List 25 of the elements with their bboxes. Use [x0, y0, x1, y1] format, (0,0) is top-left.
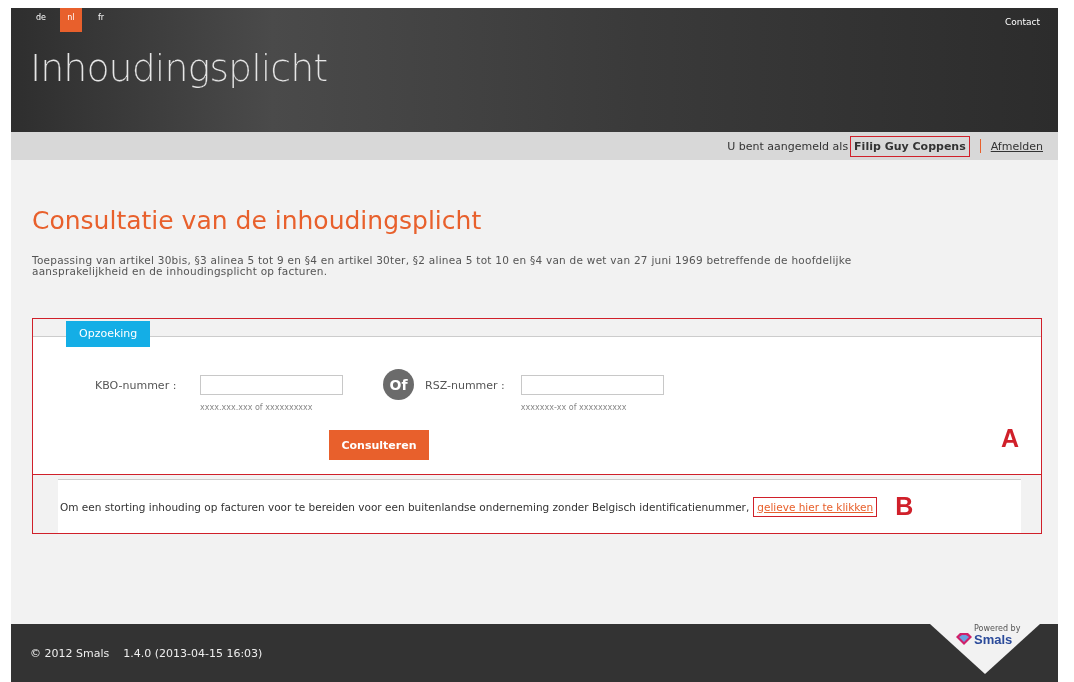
input-field[interactable]: [520, 375, 664, 395]
version-text: 1.4.0 (2013-04-15 16:03): [123, 646, 263, 660]
powered-by-text: Powered by: [974, 624, 1021, 633]
contact-link[interactable]: Contact: [1005, 17, 1040, 27]
user-name: Filip Guy Coppens: [850, 135, 970, 157]
format-hint: xxxxxxx-xx of xxxxxxxxxx: [520, 403, 628, 412]
page-heading: Consultatie van de inhoudingsplicht: [32, 206, 483, 235]
click-here-link[interactable]: gelieve hier te klikken: [753, 496, 878, 517]
format-hint: xxxx.xxx.xxx of xxxxxxxxxx: [200, 403, 314, 412]
login-status-text: U bent aangemeld als: [727, 139, 849, 153]
gem-icon: [956, 633, 972, 645]
copyright-text: © 2012 Smals: [30, 646, 110, 660]
or-badge: Of: [383, 369, 414, 400]
field-label: RSZ-nummer :: [425, 379, 505, 392]
annotation-letter: A: [1000, 424, 1019, 453]
field-label: KBO-nummer :: [95, 379, 178, 392]
language-tab[interactable]: fr: [90, 8, 112, 32]
site-title: Inhoudingsplicht: [30, 46, 329, 90]
logout-link[interactable]: Afmelden: [990, 139, 1043, 153]
language-tab[interactable]: de: [30, 8, 52, 32]
brand-logo: Smals: [974, 633, 1013, 647]
annotation-letter: B: [895, 492, 914, 521]
notice-text: Om een storting inhouding op facturen voor te bereiden voor een buitenlandse onderneming zonder Belgisch identificatienummer,: [60, 500, 750, 513]
intro-text: Toepassing van artikel 30bis, §3 alinea 5 tot 9 en §4 en artikel 30ter, §2 alinea 5 tot 10 en §4 van de wet van 27 juni 1969 betreffende de hoofdelijke aansprakelijkheid en de inhoudingsplicht op facturen.: [32, 255, 853, 277]
input-field[interactable]: [200, 375, 343, 395]
